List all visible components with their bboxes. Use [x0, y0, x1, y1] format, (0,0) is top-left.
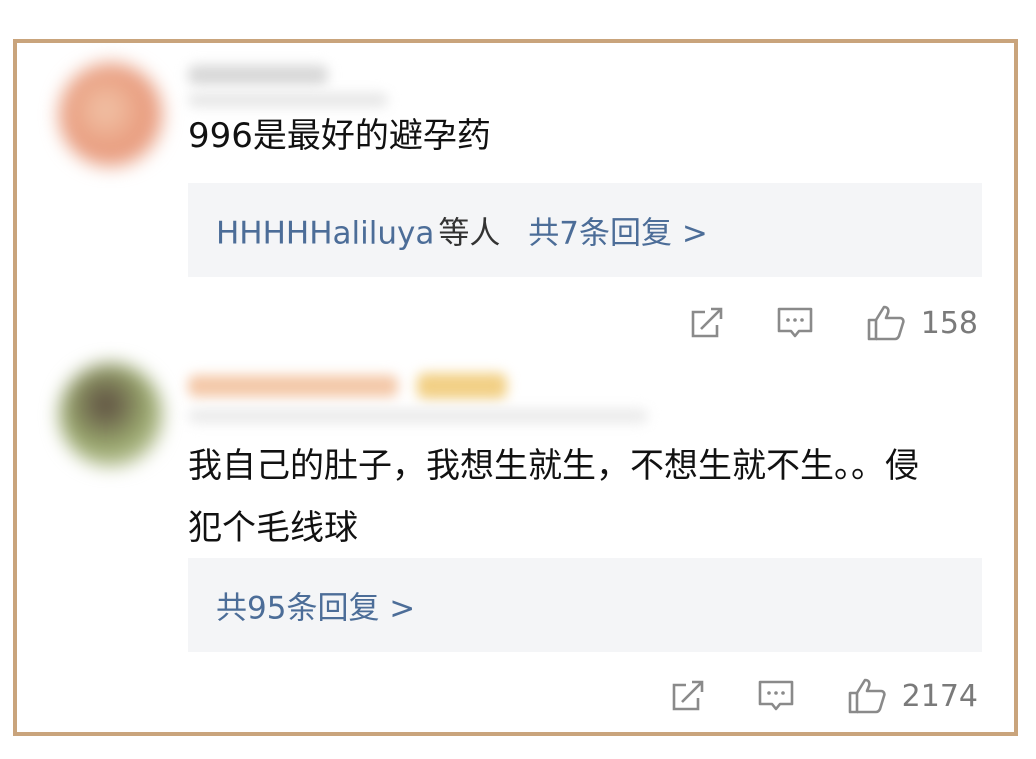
comment-item: 我自己的肚子，我想生就生，不想生就不生。。侵犯个毛线球 共95条回复 > 217…: [17, 353, 1014, 732]
comment-text: 996是最好的避孕药: [188, 116, 491, 156]
username-blurred[interactable]: [188, 65, 328, 85]
reply-count-link[interactable]: 共95条回复 >: [216, 591, 415, 627]
username-blurred[interactable]: [188, 375, 398, 397]
view-replies-link[interactable]: HHHHHaliluya 等人 共7条回复 >: [216, 208, 708, 253]
timestamp-blurred: [188, 409, 648, 423]
share-icon: [672, 680, 703, 711]
reply-count-link[interactable]: 共7条回复 >: [528, 216, 708, 252]
comment-button[interactable]: [775, 303, 815, 343]
share-button[interactable]: [687, 303, 727, 343]
comment-actions: 158: [687, 303, 978, 343]
comment-feed: 996是最好的避孕药 HHHHHaliluya 等人 共7条回复 > 158 我…: [13, 39, 1018, 736]
comment-button[interactable]: [756, 676, 796, 716]
view-replies-link[interactable]: 共95条回复 >: [216, 583, 415, 628]
share-icon: [691, 307, 723, 338]
comment-item: 996是最好的避孕药 HHHHHaliluya 等人 共7条回复 > 158: [17, 43, 1014, 353]
like-count: 158: [920, 305, 978, 341]
avatar[interactable]: [59, 63, 163, 167]
like-button[interactable]: 2174: [846, 676, 978, 716]
like-count: 2174: [901, 678, 978, 714]
thumbs-up-icon: [848, 678, 886, 714]
share-button[interactable]: [668, 676, 708, 716]
like-button[interactable]: 158: [865, 303, 978, 343]
avatar[interactable]: [59, 363, 163, 467]
reply-preview[interactable]: 共95条回复 >: [188, 558, 982, 652]
comment-icon: [777, 307, 813, 338]
comment-actions: 2174: [668, 676, 978, 716]
comment-icon: [758, 680, 793, 711]
reply-user-name[interactable]: HHHHHaliluya: [216, 216, 434, 252]
reply-preview[interactable]: HHHHHaliluya 等人 共7条回复 >: [188, 183, 982, 277]
comment-text: 我自己的肚子，我想生就生，不想生就不生。。侵犯个毛线球: [188, 446, 919, 548]
reply-name-suffix: 等人: [438, 215, 501, 252]
thumbs-up-icon: [867, 305, 905, 341]
badge-blurred: [417, 373, 507, 399]
